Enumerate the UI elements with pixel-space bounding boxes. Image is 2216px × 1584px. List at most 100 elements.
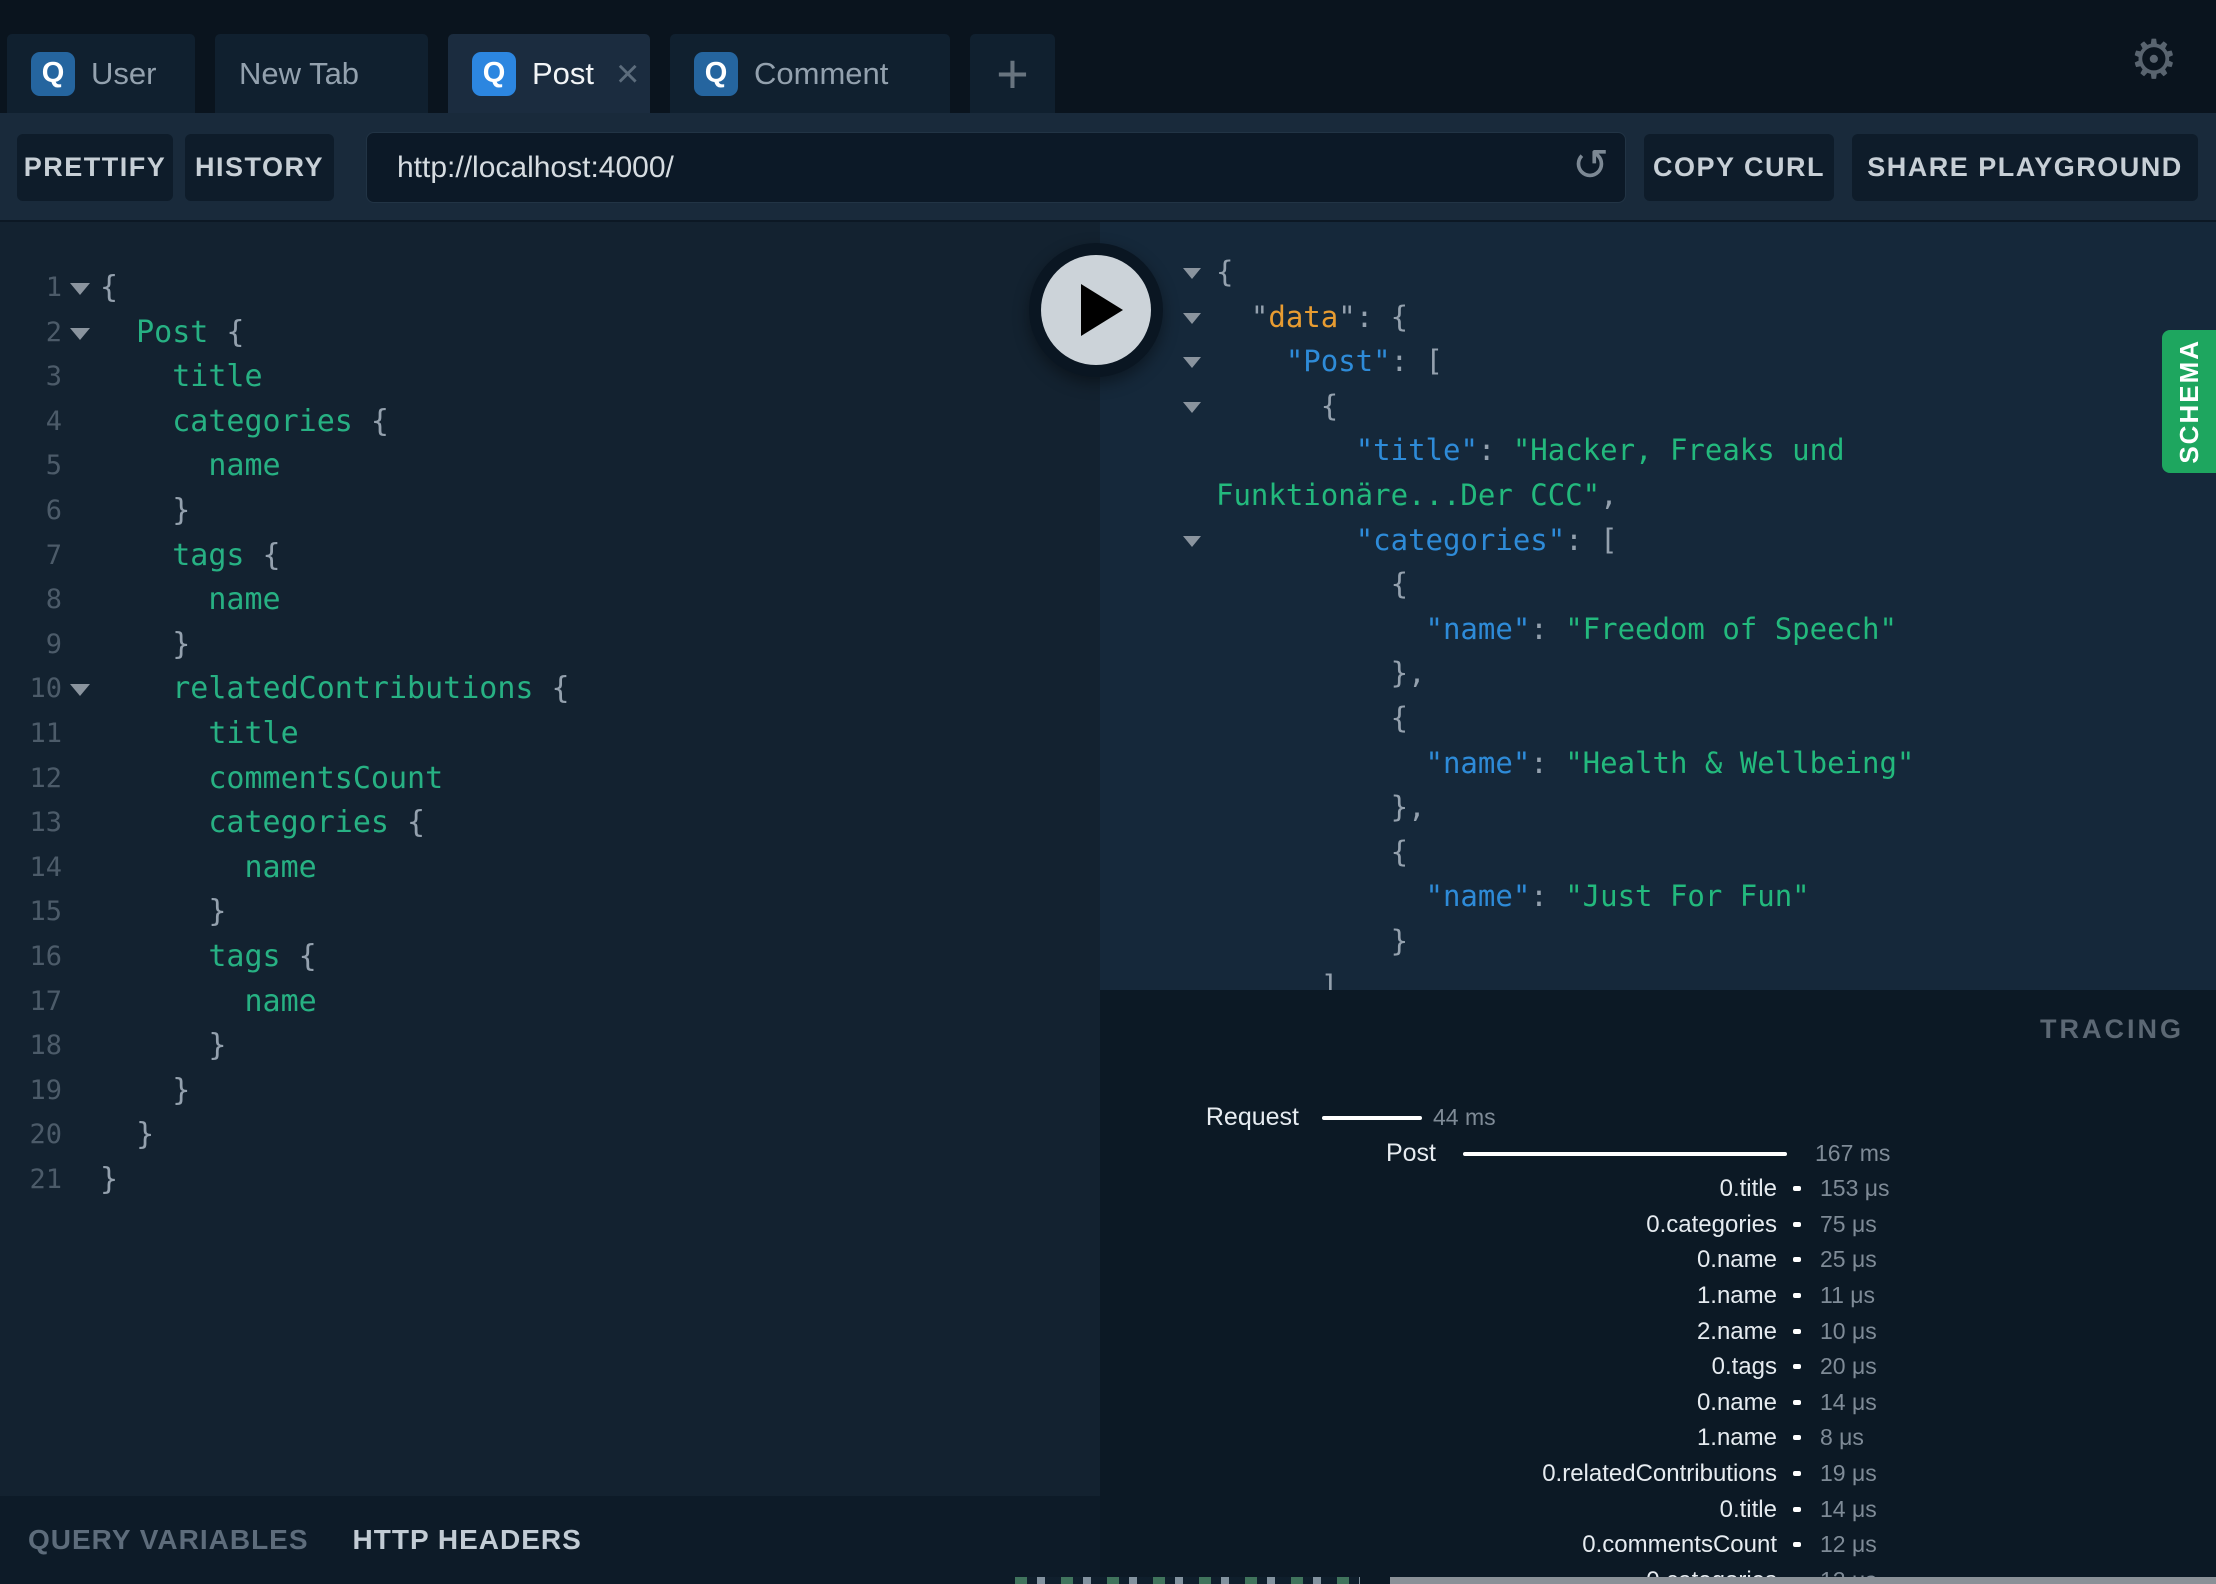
tracing-duration-bar bbox=[1793, 1257, 1801, 1263]
query-editor-lines: 1{2 Post {3 title 4 categories {5 name 6 }… bbox=[0, 222, 1100, 1202]
tracing-duration-bar bbox=[1793, 1470, 1801, 1476]
tracing-row-label: Request bbox=[1205, 1103, 1299, 1131]
tracing-row-label: Post bbox=[1385, 1138, 1436, 1167]
tab-post[interactable]: Q Post × bbox=[448, 34, 650, 113]
endpoint-url-input[interactable] bbox=[367, 133, 1625, 202]
line-number: 17 bbox=[29, 985, 62, 1017]
editor-line: 15 } bbox=[0, 890, 1100, 935]
code-text: } bbox=[172, 1072, 191, 1108]
line-number: 19 bbox=[29, 1074, 62, 1106]
code-text: categories { bbox=[208, 805, 426, 841]
tab-label: User bbox=[91, 55, 157, 91]
code-text: relatedContributions { bbox=[172, 671, 570, 707]
fold-arrow-icon[interactable] bbox=[70, 283, 90, 295]
code-text: { bbox=[1390, 567, 1409, 602]
line-number: 14 bbox=[29, 851, 62, 883]
tracing-duration-bar bbox=[1793, 1399, 1801, 1405]
tracing-duration-bar bbox=[1793, 1221, 1801, 1227]
reload-schema-icon[interactable]: ↺ bbox=[1572, 140, 1609, 191]
query-variables-tab[interactable]: QUERY VARIABLES bbox=[28, 1524, 309, 1556]
code-text: { bbox=[1320, 388, 1339, 423]
response-json: { "data": { "Post": [ { "title": "Hacker… bbox=[1100, 222, 2216, 990]
tracing-row-label: 0.relatedContributions bbox=[1542, 1459, 1777, 1487]
tracing-duration-value: 25 μs bbox=[1820, 1246, 1877, 1273]
tracing-duration-value: 10 μs bbox=[1820, 1317, 1877, 1344]
tracing-duration-value: 75 μs bbox=[1820, 1210, 1877, 1237]
tracing-duration-value: 12 μs bbox=[1820, 1531, 1877, 1558]
close-tab-icon[interactable]: × bbox=[616, 54, 639, 94]
plus-icon: + bbox=[996, 41, 1029, 105]
schema-tab-label: SCHEMA bbox=[2173, 339, 2204, 464]
tracing-row: Request 44 ms bbox=[1100, 1100, 2216, 1136]
tab-new-tab[interactable]: New Tab bbox=[215, 34, 428, 113]
code-text: } bbox=[136, 1117, 155, 1153]
response-line: Funktionäre...Der CCC", bbox=[1100, 473, 2216, 518]
tracing-duration-bar bbox=[1793, 1328, 1801, 1334]
tracing-duration-value: 14 μs bbox=[1820, 1495, 1877, 1522]
code-text: "Post": [ bbox=[1285, 344, 1443, 379]
settings-gear-icon[interactable]: ⚙ bbox=[2130, 28, 2178, 91]
tracing-row-label: 2.name bbox=[1696, 1317, 1777, 1345]
code-text: "data": { bbox=[1250, 299, 1409, 334]
code-text: { bbox=[1216, 255, 1234, 289]
tracing-row: 1.name 8 μs bbox=[1100, 1420, 2216, 1456]
line-number: 1 bbox=[45, 272, 62, 303]
tracing-duration-bar bbox=[1793, 1506, 1801, 1512]
tracing-row: 0.relatedContributions 19 μs bbox=[1100, 1456, 2216, 1492]
line-number: 2 bbox=[45, 316, 62, 348]
line-number: 21 bbox=[29, 1163, 62, 1195]
history-button[interactable]: HISTORY bbox=[185, 134, 334, 201]
tracing-duration-bar bbox=[1793, 1542, 1801, 1548]
editor-line: 8 name bbox=[0, 578, 1100, 623]
prettify-button[interactable]: PRETTIFY bbox=[17, 134, 173, 201]
tracing-duration-value: 44 ms bbox=[1433, 1104, 1496, 1130]
fold-arrow-icon[interactable] bbox=[1183, 401, 1201, 413]
line-number: 12 bbox=[29, 762, 62, 794]
editor-line: 3 title bbox=[0, 355, 1100, 400]
http-headers-tab[interactable]: HTTP HEADERS bbox=[353, 1524, 582, 1556]
fold-arrow-icon[interactable] bbox=[1183, 268, 1201, 279]
tracing-duration-value: 20 μs bbox=[1820, 1353, 1877, 1380]
line-number: 6 bbox=[45, 494, 62, 526]
response-line: { bbox=[1100, 562, 2216, 607]
line-number: 20 bbox=[29, 1119, 62, 1151]
play-button-circle bbox=[1041, 255, 1151, 365]
fold-arrow-icon[interactable] bbox=[1183, 535, 1201, 547]
clipped-edge-artifact bbox=[1015, 1577, 1360, 1584]
schema-side-tab[interactable]: SCHEMA bbox=[2162, 330, 2216, 473]
response-line: "name": "Just For Fun" bbox=[1100, 874, 2216, 919]
tab-comment[interactable]: Q Comment bbox=[670, 34, 950, 113]
share-playground-button[interactable]: SHARE PLAYGROUND bbox=[1852, 134, 2198, 201]
editor-line: 7 tags { bbox=[0, 534, 1100, 579]
line-number: 16 bbox=[29, 940, 62, 972]
query-editor[interactable]: 1{2 Post {3 title 4 categories {5 name 6 }… bbox=[0, 222, 1100, 1496]
fold-arrow-icon[interactable] bbox=[70, 684, 90, 697]
editor-line: 19 } bbox=[0, 1069, 1100, 1114]
tracing-row-label: 1.name bbox=[1696, 1281, 1777, 1309]
fold-arrow-icon[interactable] bbox=[70, 327, 90, 340]
query-badge-icon: Q bbox=[694, 51, 738, 96]
tracing-row: Post 167 ms bbox=[1100, 1136, 2216, 1172]
tracing-horizontal-scrollbar[interactable] bbox=[1390, 1577, 2216, 1584]
editor-line: 13 categories { bbox=[0, 801, 1100, 846]
response-line: ] bbox=[1100, 964, 2216, 991]
tracing-duration-value: 8 μs bbox=[1820, 1424, 1864, 1451]
new-tab-button[interactable]: + bbox=[970, 34, 1055, 113]
tab-user[interactable]: Q User bbox=[7, 34, 195, 113]
tracing-row-label: 0.name bbox=[1696, 1388, 1777, 1416]
code-text: name bbox=[208, 448, 281, 484]
response-line: "name": "Freedom of Speech" bbox=[1100, 607, 2216, 652]
editor-line: 21} bbox=[0, 1158, 1100, 1203]
code-text: } bbox=[100, 1161, 119, 1197]
editor-line: 12 commentsCount bbox=[0, 757, 1100, 802]
copy-curl-button[interactable]: COPY CURL bbox=[1644, 134, 1834, 201]
editor-line: 14 name bbox=[0, 846, 1100, 891]
editor-line: 5 name bbox=[0, 444, 1100, 489]
execute-query-button[interactable] bbox=[1029, 243, 1163, 377]
code-text: title bbox=[172, 359, 263, 395]
tracing-row: 0.categories 75 μs bbox=[1100, 1207, 2216, 1243]
response-line: }, bbox=[1100, 651, 2216, 696]
fold-arrow-icon[interactable] bbox=[1183, 312, 1201, 324]
tracing-row: 0.tags 20 μs bbox=[1100, 1349, 2216, 1385]
fold-arrow-icon[interactable] bbox=[1183, 357, 1201, 369]
